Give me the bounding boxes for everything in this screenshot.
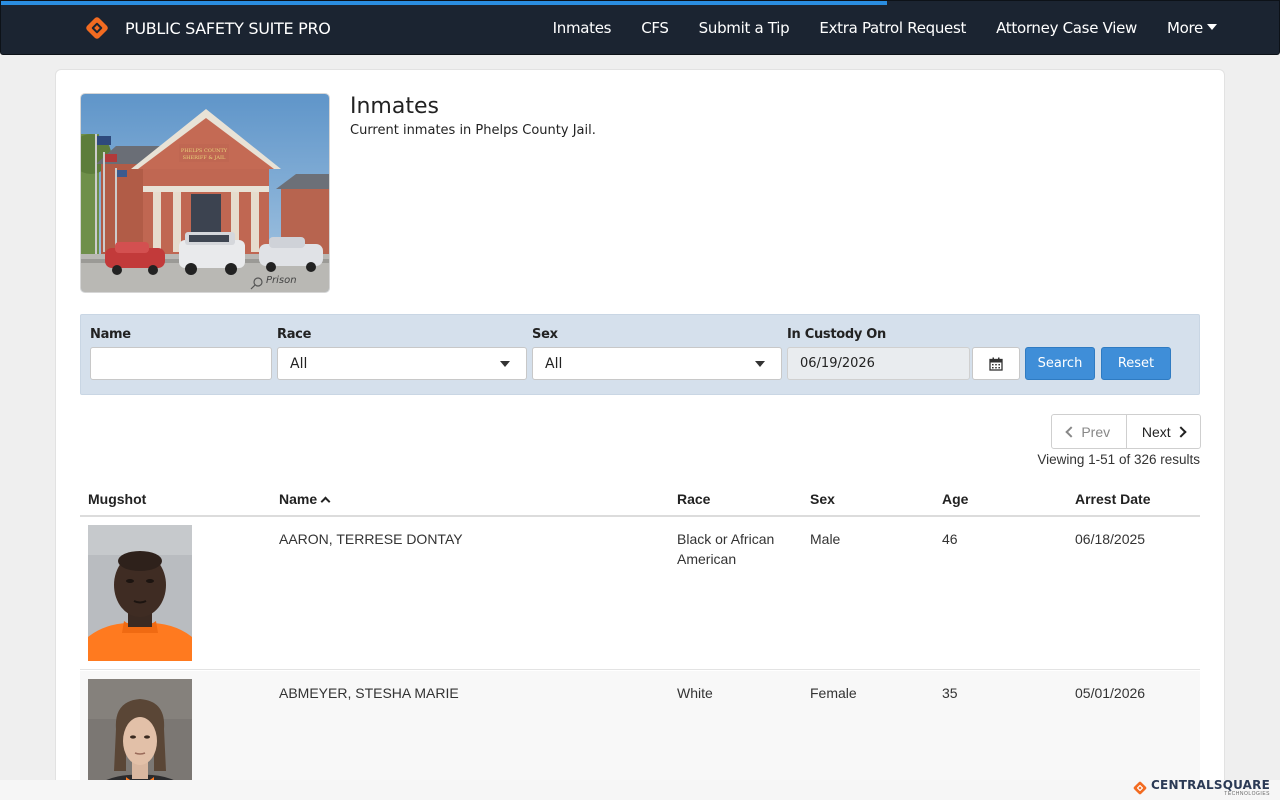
- top-navbar: PUBLIC SAFETY SUITE PRO Inmates CFS Subm…: [0, 0, 1280, 55]
- sort-ascending-icon: [320, 496, 331, 507]
- header-arrest-date[interactable]: Arrest Date: [1075, 491, 1150, 507]
- footer-bar: [0, 780, 1280, 800]
- custody-date-value: 06/19/2026: [800, 356, 875, 371]
- page-title: Inmates: [350, 94, 439, 119]
- nav-inmates[interactable]: Inmates: [553, 19, 612, 37]
- race-select[interactable]: All: [277, 347, 527, 380]
- svg-text:SHERIFF & JAIL: SHERIFF & JAIL: [183, 155, 226, 161]
- hero-caption: Prison: [266, 275, 297, 286]
- jail-building-illustration: PHELPS COUNTY SHERIFF & JAIL: [81, 94, 329, 292]
- reset-button[interactable]: Reset: [1101, 347, 1171, 380]
- header-sex[interactable]: Sex: [810, 491, 835, 507]
- header-age[interactable]: Age: [942, 491, 968, 507]
- nav-more-dropdown[interactable]: More: [1167, 19, 1217, 37]
- name-label: Name: [90, 327, 131, 342]
- brand[interactable]: PUBLIC SAFETY SUITE PRO: [85, 15, 331, 41]
- pagination: Prev Next: [1051, 414, 1201, 449]
- prev-label: Prev: [1081, 423, 1111, 440]
- sex-select[interactable]: All: [532, 347, 782, 380]
- name-input[interactable]: [90, 347, 272, 380]
- table-header: Mugshot Name Race Sex Age Arrest Date: [80, 482, 1200, 517]
- inmate-name[interactable]: AARON, TERRESE DONTAY: [279, 529, 463, 549]
- chevron-right-icon: [1174, 425, 1187, 438]
- svg-text:PHELPS COUNTY: PHELPS COUNTY: [181, 148, 228, 154]
- caret-down-icon: [755, 361, 765, 367]
- main-nav: Inmates CFS Submit a Tip Extra Patrol Re…: [553, 1, 1217, 55]
- footer-brand[interactable]: CENTRALSQUARE TECHNOLOGIES: [1133, 779, 1270, 797]
- inmate-sex: Female: [810, 685, 857, 701]
- sex-select-value: All: [545, 355, 563, 372]
- mugshot-image[interactable]: [88, 525, 192, 661]
- next-label: Next: [1141, 423, 1171, 440]
- caret-down-icon: [500, 361, 510, 367]
- calendar-button[interactable]: [972, 347, 1020, 380]
- header-name-sort[interactable]: Name: [279, 491, 331, 507]
- inmate-race: White: [677, 685, 713, 701]
- search-button[interactable]: Search: [1025, 347, 1095, 380]
- search-button-label: Search: [1037, 356, 1083, 371]
- nav-attorney-case-view[interactable]: Attorney Case View: [996, 19, 1137, 37]
- inmate-name[interactable]: ABMEYER, STESHA MARIE: [279, 683, 459, 703]
- inmate-sex: Male: [810, 531, 841, 547]
- nav-more-label: More: [1167, 19, 1203, 37]
- nav-extra-patrol[interactable]: Extra Patrol Request: [819, 19, 966, 37]
- brand-name: PUBLIC SAFETY SUITE PRO: [125, 18, 331, 38]
- jail-building-image: PHELPS COUNTY SHERIFF & JAIL Prison: [80, 93, 330, 293]
- chevron-left-icon: [1065, 425, 1078, 438]
- inmate-arrest-date: 06/18/2025: [1075, 531, 1146, 547]
- race-label: Race: [277, 327, 312, 342]
- custody-date-input[interactable]: 06/19/2026: [787, 347, 970, 380]
- calendar-icon: [989, 357, 1003, 371]
- caret-down-icon: [1207, 23, 1217, 30]
- footer-brand-name: CENTRALSQUARE: [1151, 778, 1270, 792]
- mugshot-illustration: [88, 525, 192, 661]
- nav-cfs[interactable]: CFS: [641, 19, 669, 37]
- inmate-arrest-date: 05/01/2026: [1075, 685, 1146, 701]
- next-button[interactable]: Next: [1127, 415, 1201, 448]
- search-filters: Name Race All Sex All In Custody On 06/1…: [80, 314, 1200, 395]
- centralsquare-diamond-icon: [86, 17, 108, 39]
- table-row[interactable]: AARON, TERRESE DONTAY Black or African A…: [80, 517, 1200, 670]
- header-name-label: Name: [279, 491, 318, 507]
- header-race[interactable]: Race: [677, 491, 710, 507]
- inmate-age: 46: [942, 531, 958, 547]
- inmate-age: 35: [942, 685, 958, 701]
- header-mugshot: Mugshot: [88, 491, 147, 507]
- reset-button-label: Reset: [1117, 356, 1155, 371]
- results-count: Viewing 1-51 of 326 results: [1037, 452, 1200, 467]
- nav-submit-tip[interactable]: Submit a Tip: [699, 19, 790, 37]
- centralsquare-diamond-icon: [1133, 781, 1147, 795]
- main-card: PHELPS COUNTY SHERIFF & JAIL Prison Inma…: [55, 69, 1225, 800]
- inmate-race: Black or African American: [677, 531, 775, 567]
- race-select-value: All: [290, 355, 308, 372]
- prev-button[interactable]: Prev: [1052, 415, 1127, 448]
- page-subtitle: Current inmates in Phelps County Jail.: [350, 123, 596, 138]
- custody-label: In Custody On: [787, 327, 887, 342]
- sex-label: Sex: [532, 327, 558, 342]
